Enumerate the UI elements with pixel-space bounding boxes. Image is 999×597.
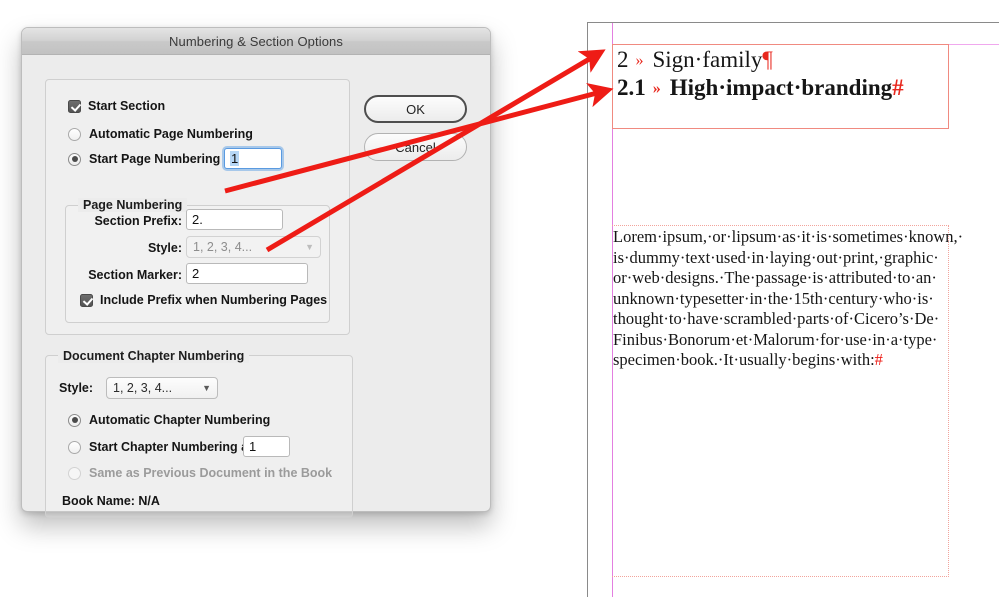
- same-as-previous-document-row: Same as Previous Document in the Book: [68, 466, 332, 480]
- page-style-row: Style:: [65, 241, 182, 255]
- same-as-previous-document-radio: [68, 466, 81, 480]
- dialog-title-bar: Numbering & Section Options: [22, 28, 490, 55]
- section-marker-row: Section Marker:: [65, 268, 182, 282]
- start-page-numbering-input[interactable]: 1: [224, 148, 282, 169]
- start-page-numbering-radio[interactable]: [68, 152, 81, 166]
- chapter-numbering-group-legend: Document Chapter Numbering: [58, 349, 250, 363]
- document-preview-pane[interactable]: 2» Sign·family¶ 2.1» High·impact·branding#…: [587, 22, 999, 597]
- section-prefix-value: 2.: [192, 212, 203, 227]
- page-numbering-group-legend: Page Numbering: [78, 198, 188, 212]
- document-heading-1: 2 » Sign·family¶: [617, 47, 773, 73]
- section-marker-label: Section Marker:: [88, 268, 182, 282]
- automatic-chapter-numbering-label: Automatic Chapter Numbering: [89, 413, 271, 427]
- cancel-button[interactable]: Cancel: [364, 133, 467, 161]
- heading-2-number: 2.1: [617, 75, 646, 100]
- start-chapter-numbering-row[interactable]: Start Chapter Numbering at:: [68, 440, 256, 454]
- dialog-title: Numbering & Section Options: [169, 33, 343, 49]
- chapter-style-label: Style:: [59, 381, 94, 395]
- include-prefix-label: Include Prefix when Numbering Pages: [100, 293, 328, 307]
- chevron-down-icon: ▼: [202, 383, 211, 393]
- start-chapter-numbering-input[interactable]: 1: [243, 436, 290, 457]
- automatic-page-numbering-row[interactable]: Automatic Page Numbering: [68, 127, 253, 141]
- include-prefix-checkbox[interactable]: [80, 293, 93, 307]
- section-marker-input[interactable]: 2: [186, 263, 308, 284]
- pilcrow-icon: ¶: [762, 47, 773, 72]
- automatic-page-numbering-radio[interactable]: [68, 127, 81, 141]
- end-of-story-icon: #: [892, 75, 904, 100]
- page-style-dropdown[interactable]: 1, 2, 3, 4... ▼: [186, 236, 321, 258]
- start-page-numbering-row[interactable]: Start Page Numbering at:: [68, 152, 239, 166]
- start-chapter-numbering-radio[interactable]: [68, 440, 81, 454]
- body-text-line: Lorem·ipsum,·or·lipsum·as·it·is·sometime…: [613, 227, 964, 246]
- automatic-chapter-numbering-row[interactable]: Automatic Chapter Numbering: [68, 413, 270, 427]
- dialog-body: Start Section Automatic Page Numbering S…: [22, 55, 490, 518]
- tab-marker-icon: »: [635, 52, 644, 69]
- page-style-label: Style:: [147, 241, 182, 255]
- automatic-page-numbering-label: Automatic Page Numbering: [89, 127, 253, 141]
- tab-marker-icon: »: [652, 80, 661, 97]
- ok-button-label: OK: [406, 101, 425, 117]
- section-prefix-row: Section Prefix:: [65, 214, 182, 228]
- body-text-line: is·dummy·text·used·in·laying·out·print,·…: [613, 247, 939, 267]
- start-chapter-numbering-value: 1: [249, 439, 257, 454]
- body-text-line: unknown·typesetter·in·the·15th·century·w…: [613, 288, 934, 308]
- start-section-checkbox[interactable]: [68, 99, 81, 113]
- start-chapter-numbering-label: Start Chapter Numbering at:: [89, 440, 257, 454]
- body-text-line: specimen·book.·It·usually·begins·with:#: [613, 350, 883, 369]
- book-name-label: Book Name: N/A: [62, 494, 160, 508]
- start-section-label: Start Section: [88, 99, 166, 113]
- heading-1-text: Sign·family: [652, 47, 763, 72]
- heading-2-text: High·impact·branding: [669, 75, 893, 100]
- section-prefix-label: Section Prefix:: [94, 214, 182, 228]
- document-heading-2: 2.1 » High·impact·branding#: [617, 75, 904, 101]
- body-text-line: Finibus·Bonorum·et·Malorum·for·use·in·a·…: [613, 329, 938, 349]
- chevron-down-icon: ▼: [305, 242, 314, 252]
- start-page-numbering-label: Start Page Numbering at:: [89, 152, 240, 166]
- ok-button[interactable]: OK: [364, 95, 467, 123]
- numbering-section-options-dialog: Numbering & Section Options Start Sectio…: [21, 27, 491, 518]
- document-body-text: Lorem·ipsum,·or·lipsum·as·it·is·sometime…: [613, 227, 964, 371]
- start-page-numbering-value: 1: [230, 151, 240, 166]
- section-prefix-input[interactable]: 2.: [186, 209, 283, 230]
- chapter-style-row: Style:: [59, 381, 93, 395]
- same-as-previous-document-label: Same as Previous Document in the Book: [89, 466, 333, 480]
- book-name-row: Book Name: N/A: [62, 494, 160, 508]
- include-prefix-row[interactable]: Include Prefix when Numbering Pages: [80, 293, 327, 307]
- end-of-story-icon: #: [874, 350, 883, 369]
- chapter-style-dropdown[interactable]: 1, 2, 3, 4... ▼: [106, 377, 218, 399]
- body-text-line: or·web·designs.·The·passage·is·attribute…: [613, 268, 937, 287]
- start-section-checkbox-row[interactable]: Start Section: [68, 99, 165, 113]
- heading-1-number: 2: [617, 47, 629, 72]
- page-style-value: 1, 2, 3, 4...: [193, 240, 253, 254]
- automatic-chapter-numbering-radio[interactable]: [68, 413, 81, 427]
- body-text-line: thought·to·have·scrambled·parts·of·Cicer…: [613, 309, 940, 328]
- chapter-style-value: 1, 2, 3, 4...: [113, 381, 173, 395]
- cancel-button-label: Cancel: [395, 139, 436, 155]
- section-marker-value: 2: [192, 266, 200, 281]
